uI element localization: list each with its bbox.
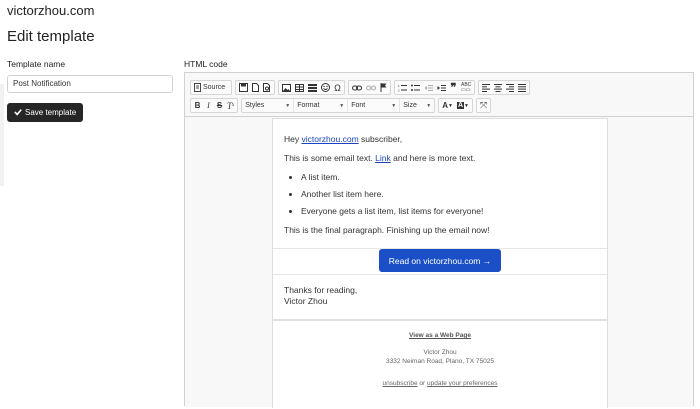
- svg-text:2: 2: [398, 88, 400, 92]
- format-label: Format: [297, 102, 320, 109]
- template-settings-panel: Template name Save template: [7, 59, 175, 122]
- editor-canvas[interactable]: Hey victorzhou.com subscriber, This is s…: [185, 118, 693, 409]
- indent-icon[interactable]: [435, 81, 448, 94]
- maximize-icon[interactable]: ⤧: [478, 99, 489, 112]
- bold-icon[interactable]: B: [192, 99, 203, 112]
- check-icon: [14, 109, 22, 116]
- link-icon[interactable]: [350, 81, 364, 94]
- html-code-label: HTML code: [184, 59, 228, 69]
- read-on-button[interactable]: Read on victorzhou.com →: [379, 249, 501, 272]
- bulleted-list-icon[interactable]: [409, 81, 422, 94]
- divider: [273, 274, 607, 275]
- source-label: Source: [203, 84, 226, 91]
- background-color-icon[interactable]: A ▼: [455, 99, 471, 112]
- template-name-label: Template name: [7, 59, 66, 69]
- template-name-input[interactable]: [7, 74, 173, 93]
- thanks-text: Thanks for reading,: [284, 285, 358, 295]
- svg-text:1: 1: [398, 84, 400, 88]
- numbered-list-icon[interactable]: 12: [396, 81, 409, 94]
- special-character-icon[interactable]: Ω: [332, 81, 343, 94]
- editor-toolbar: Source Ω 12 ❞ ABC ▭▭ B I S T x Styles ▼ …: [185, 73, 693, 117]
- size-label: Size: [403, 102, 417, 109]
- styles-label: Styles: [245, 102, 265, 109]
- styles-dropdown[interactable]: Styles ▼: [242, 99, 295, 112]
- remove-format-icon[interactable]: Tx: [225, 99, 236, 112]
- anchor-flag-icon[interactable]: [378, 81, 389, 94]
- format-dropdown[interactable]: Format ▼: [294, 99, 349, 112]
- list-item: A list item.: [301, 172, 596, 183]
- preview-icon[interactable]: [261, 81, 273, 94]
- bidi-icon[interactable]: ABC ▭▭: [459, 81, 473, 94]
- table-icon[interactable]: [293, 81, 306, 94]
- unlink-icon[interactable]: [364, 81, 378, 94]
- site-title[interactable]: victorzhou.com: [7, 3, 94, 18]
- left-divider: [0, 84, 4, 186]
- email-list: A list item. Another list item here. Eve…: [284, 172, 596, 217]
- email-preview[interactable]: Hey victorzhou.com subscriber, This is s…: [272, 118, 608, 409]
- smiley-icon[interactable]: [319, 81, 332, 94]
- email-footer: View as a Web Page Victor Zhou 3332 Neim…: [273, 319, 607, 409]
- greeting-link[interactable]: victorzhou.com: [301, 134, 358, 144]
- blockquote-icon[interactable]: ❞: [448, 81, 459, 94]
- strikethrough-icon[interactable]: S: [214, 99, 225, 112]
- signature: Victor Zhou: [284, 296, 328, 306]
- italic-icon[interactable]: I: [203, 99, 214, 112]
- align-center-icon[interactable]: [492, 81, 504, 94]
- footer-links: unsubscribe or update your preferences: [382, 380, 498, 387]
- greeting: Hey victorzhou.com subscriber,: [284, 134, 403, 144]
- source-icon: [194, 83, 201, 92]
- view-web-page-link[interactable]: View as a Web Page: [273, 332, 607, 339]
- list-item: Everyone gets a list item, list items fo…: [301, 206, 596, 217]
- page-title: Edit template: [7, 28, 95, 45]
- outdent-icon[interactable]: [422, 81, 435, 94]
- inline-link[interactable]: Link: [375, 153, 391, 163]
- size-dropdown[interactable]: Size ▼: [400, 99, 434, 112]
- image-icon[interactable]: [280, 81, 293, 94]
- align-left-icon[interactable]: [480, 81, 492, 94]
- footer-name: Victor Zhou: [423, 349, 457, 356]
- chevron-down-icon: ▼: [391, 102, 397, 109]
- chevron-down-icon: ▼: [339, 102, 345, 109]
- horizontal-line-icon[interactable]: [306, 81, 319, 94]
- save-icon[interactable]: [237, 81, 250, 94]
- font-dropdown[interactable]: Font ▼: [348, 99, 401, 112]
- preferences-link[interactable]: update your preferences: [427, 380, 497, 387]
- footer-address: 3332 Neiman Road, Plano, TX 75025: [386, 358, 494, 365]
- paragraph-1: This is some email text. Link and here i…: [284, 153, 476, 163]
- list-item: Another list item here.: [301, 189, 596, 200]
- new-page-icon[interactable]: [250, 81, 261, 94]
- chevron-down-icon: ▼: [426, 102, 432, 109]
- text-color-icon[interactable]: A ▼: [440, 99, 455, 112]
- source-button[interactable]: Source: [192, 81, 227, 94]
- save-template-label: Save template: [25, 107, 77, 117]
- unsubscribe-link[interactable]: unsubscribe: [383, 380, 418, 387]
- save-template-button[interactable]: Save template: [7, 102, 84, 122]
- align-right-icon[interactable]: [504, 81, 516, 94]
- font-label: Font: [351, 102, 366, 109]
- rich-text-editor: Source Ω 12 ❞ ABC ▭▭ B I S T x Styles ▼ …: [184, 72, 694, 409]
- sign-off: Thanks for reading, Victor Zhou: [284, 285, 357, 307]
- final-paragraph: This is the final paragraph. Finishing u…: [284, 225, 490, 235]
- chevron-down-icon: ▼: [285, 102, 291, 109]
- justify-icon[interactable]: [516, 81, 528, 94]
